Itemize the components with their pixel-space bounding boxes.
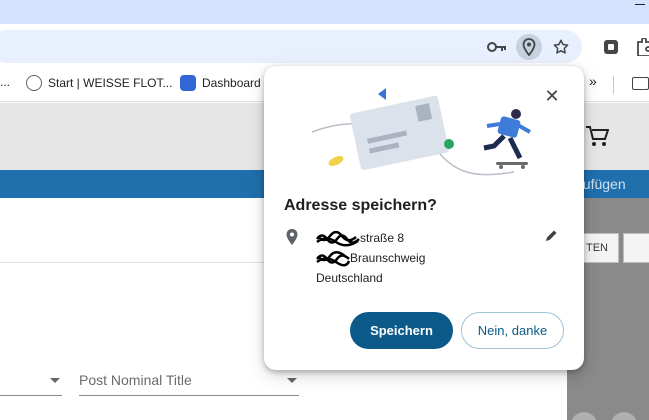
save-address-dialog: ✕ Adresse speichern? straße 8 Braunschwe… — [264, 66, 584, 370]
bookmark-label: Start | WEISSE FLOT... — [48, 76, 173, 90]
bookmark-weisse-flotte[interactable]: Start | WEISSE FLOT... — [26, 75, 172, 91]
address-city-text: Braunschweig — [350, 251, 426, 265]
browser-toolbar — [0, 24, 649, 66]
circle-button[interactable] — [611, 412, 637, 420]
save-button[interactable]: Speichern — [350, 312, 453, 349]
edit-pencil-icon[interactable] — [544, 229, 558, 248]
dashboard-bookmark-icon — [180, 75, 196, 91]
bookmark-truncated[interactable]: ... — [0, 75, 10, 89]
location-pin-icon[interactable] — [516, 34, 542, 60]
address-line-city: Braunschweig — [316, 248, 425, 268]
dialog-title: Adresse speichern? — [284, 197, 437, 214]
post-nominal-title-select[interactable]: Post Nominal Title — [79, 368, 299, 396]
folder-icon[interactable] — [632, 77, 649, 90]
bookmarks-divider — [613, 76, 614, 94]
minimize-window-button[interactable] — [631, 0, 649, 10]
circle-button[interactable] — [571, 412, 597, 420]
bookmark-truncated-label: ... — [0, 75, 11, 89]
decline-button[interactable]: Nein, danke — [461, 312, 564, 349]
extension-icon[interactable] — [600, 36, 622, 58]
skater-figure — [483, 109, 531, 169]
side-button-label: TEN — [586, 242, 608, 254]
globe-bookmark-icon — [26, 75, 42, 91]
post-nominal-title-label: Post Nominal Title — [79, 372, 192, 388]
puzzle-extensions-icon[interactable] — [633, 36, 649, 58]
overflow-chevron-icon: » — [589, 73, 597, 89]
bookmark-label: Dashboard — [202, 76, 261, 90]
close-icon[interactable]: ✕ — [542, 86, 562, 106]
tab-strip — [0, 0, 649, 24]
key-icon[interactable] — [486, 36, 508, 58]
redaction-scribble — [316, 230, 360, 247]
address-country-text: Deutschland — [316, 271, 383, 285]
side-button-2[interactable] — [623, 233, 649, 263]
cart-icon[interactable] — [585, 125, 610, 153]
chevron-down-icon — [50, 378, 60, 383]
bookmark-dashboard[interactable]: Dashboard — [180, 75, 261, 91]
location-pin-icon — [285, 228, 299, 251]
address-illustration — [311, 88, 531, 176]
address-line-street: straße 8 — [316, 228, 425, 248]
address-block: straße 8 Braunschweig Deutschland — [316, 228, 425, 288]
bookmarks-overflow-button[interactable]: » — [589, 73, 597, 89]
chevron-down-icon — [287, 378, 297, 383]
address-street-text: straße 8 — [360, 231, 405, 245]
star-bookmark-icon[interactable] — [550, 36, 572, 58]
redaction-scribble — [316, 250, 350, 267]
select-field-left[interactable] — [0, 368, 62, 396]
